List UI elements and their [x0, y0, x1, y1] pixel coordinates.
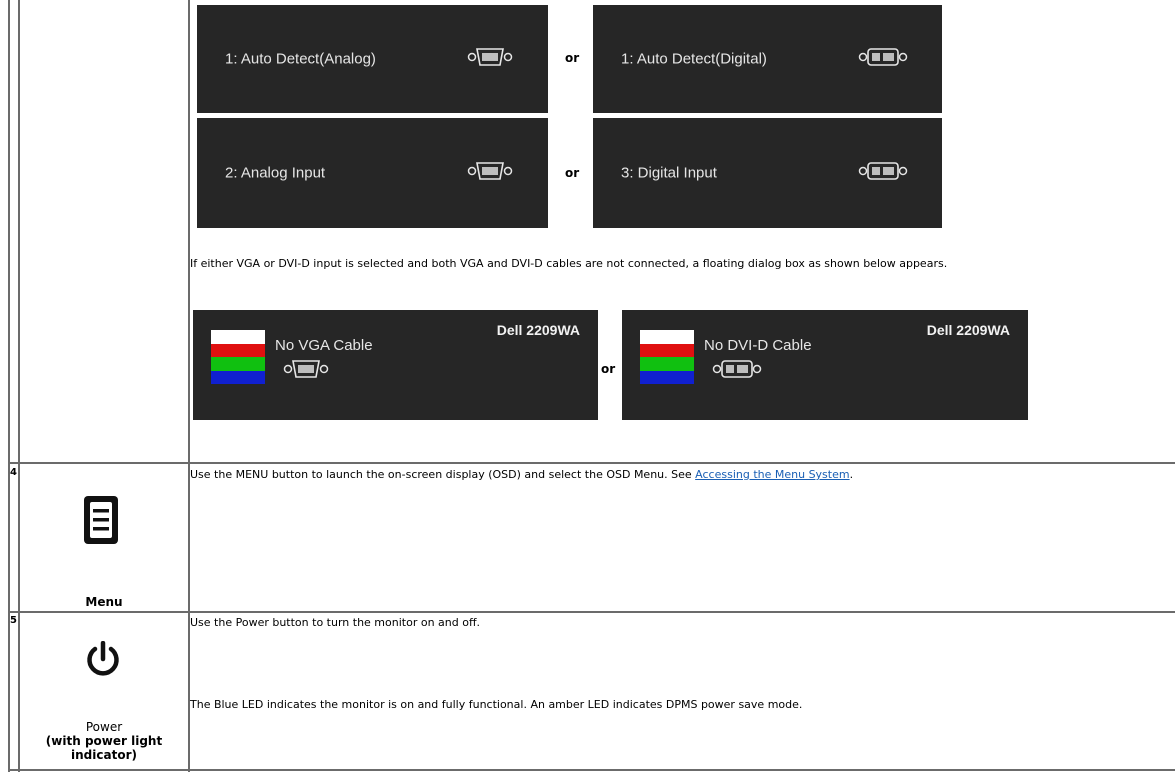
power-caption-title: Power [85, 720, 123, 734]
osd-label: 2: Analog Input [225, 164, 326, 182]
led-description: The Blue LED indicates the monitor is on… [190, 698, 803, 711]
power-icon [86, 640, 120, 682]
power-description: Use the Power button to turn the monitor… [190, 616, 481, 629]
vga-port-icon [467, 160, 513, 186]
no-dvi-message: No DVI-D Cable [704, 337, 812, 354]
row-number: 5 [10, 615, 17, 626]
no-vga-message: No VGA Cable [275, 337, 373, 354]
row-number: 4 [10, 467, 17, 478]
power-caption: Power (with power light indicator) [20, 720, 188, 762]
row-divider-4 [8, 462, 1175, 464]
dvi-port-icon [858, 160, 908, 186]
power-caption-subtitle-2: indicator) [71, 748, 137, 762]
menu-description-text: Use the MENU button to launch the on-scr… [190, 468, 696, 481]
color-bars-icon [211, 330, 265, 384]
dvi-port-icon [712, 358, 762, 383]
osd-digital-input: 3: Digital Input [593, 118, 942, 228]
menu-description: Use the MENU button to launch the on-scr… [190, 468, 1170, 482]
table-bottom-border [8, 769, 1175, 771]
osd-auto-detect-digital: 1: Auto Detect(Digital) [593, 5, 942, 113]
osd-auto-detect-analog: 1: Auto Detect(Analog) [197, 5, 548, 113]
osd-label: 1: Auto Detect(Digital) [621, 50, 767, 68]
osd-label: 3: Digital Input [621, 164, 717, 182]
color-bars-icon [640, 330, 694, 384]
osd-analog-input: 2: Analog Input [197, 118, 548, 228]
or-label: or [565, 166, 580, 180]
vga-port-icon [467, 46, 513, 72]
or-label: or [565, 51, 580, 65]
column-divider [188, 0, 190, 772]
menu-caption: Menu [85, 595, 123, 609]
table-left-inner-border [18, 0, 20, 772]
dvi-port-icon [858, 46, 908, 72]
table-left-border [8, 0, 10, 772]
osd-label: 1: Auto Detect(Analog) [225, 50, 376, 68]
accessing-menu-system-link[interactable]: Accessing the Menu System [695, 468, 849, 481]
no-vga-cable-dialog: No VGA Cable Dell 2209WA [193, 310, 598, 420]
menu-description-end: . [849, 468, 854, 481]
model-name: Dell 2209WA [926, 322, 1010, 338]
cable-notice-text: If either VGA or DVI-D input is selected… [190, 257, 948, 270]
model-name: Dell 2209WA [496, 322, 580, 338]
power-caption-subtitle: (with power light [45, 734, 163, 748]
no-dvi-cable-dialog: No DVI-D Cable Dell 2209WA [622, 310, 1028, 420]
menu-icon [83, 495, 119, 548]
vga-port-icon [283, 358, 329, 383]
or-label: or [601, 362, 616, 376]
row-divider-5 [8, 611, 1175, 613]
